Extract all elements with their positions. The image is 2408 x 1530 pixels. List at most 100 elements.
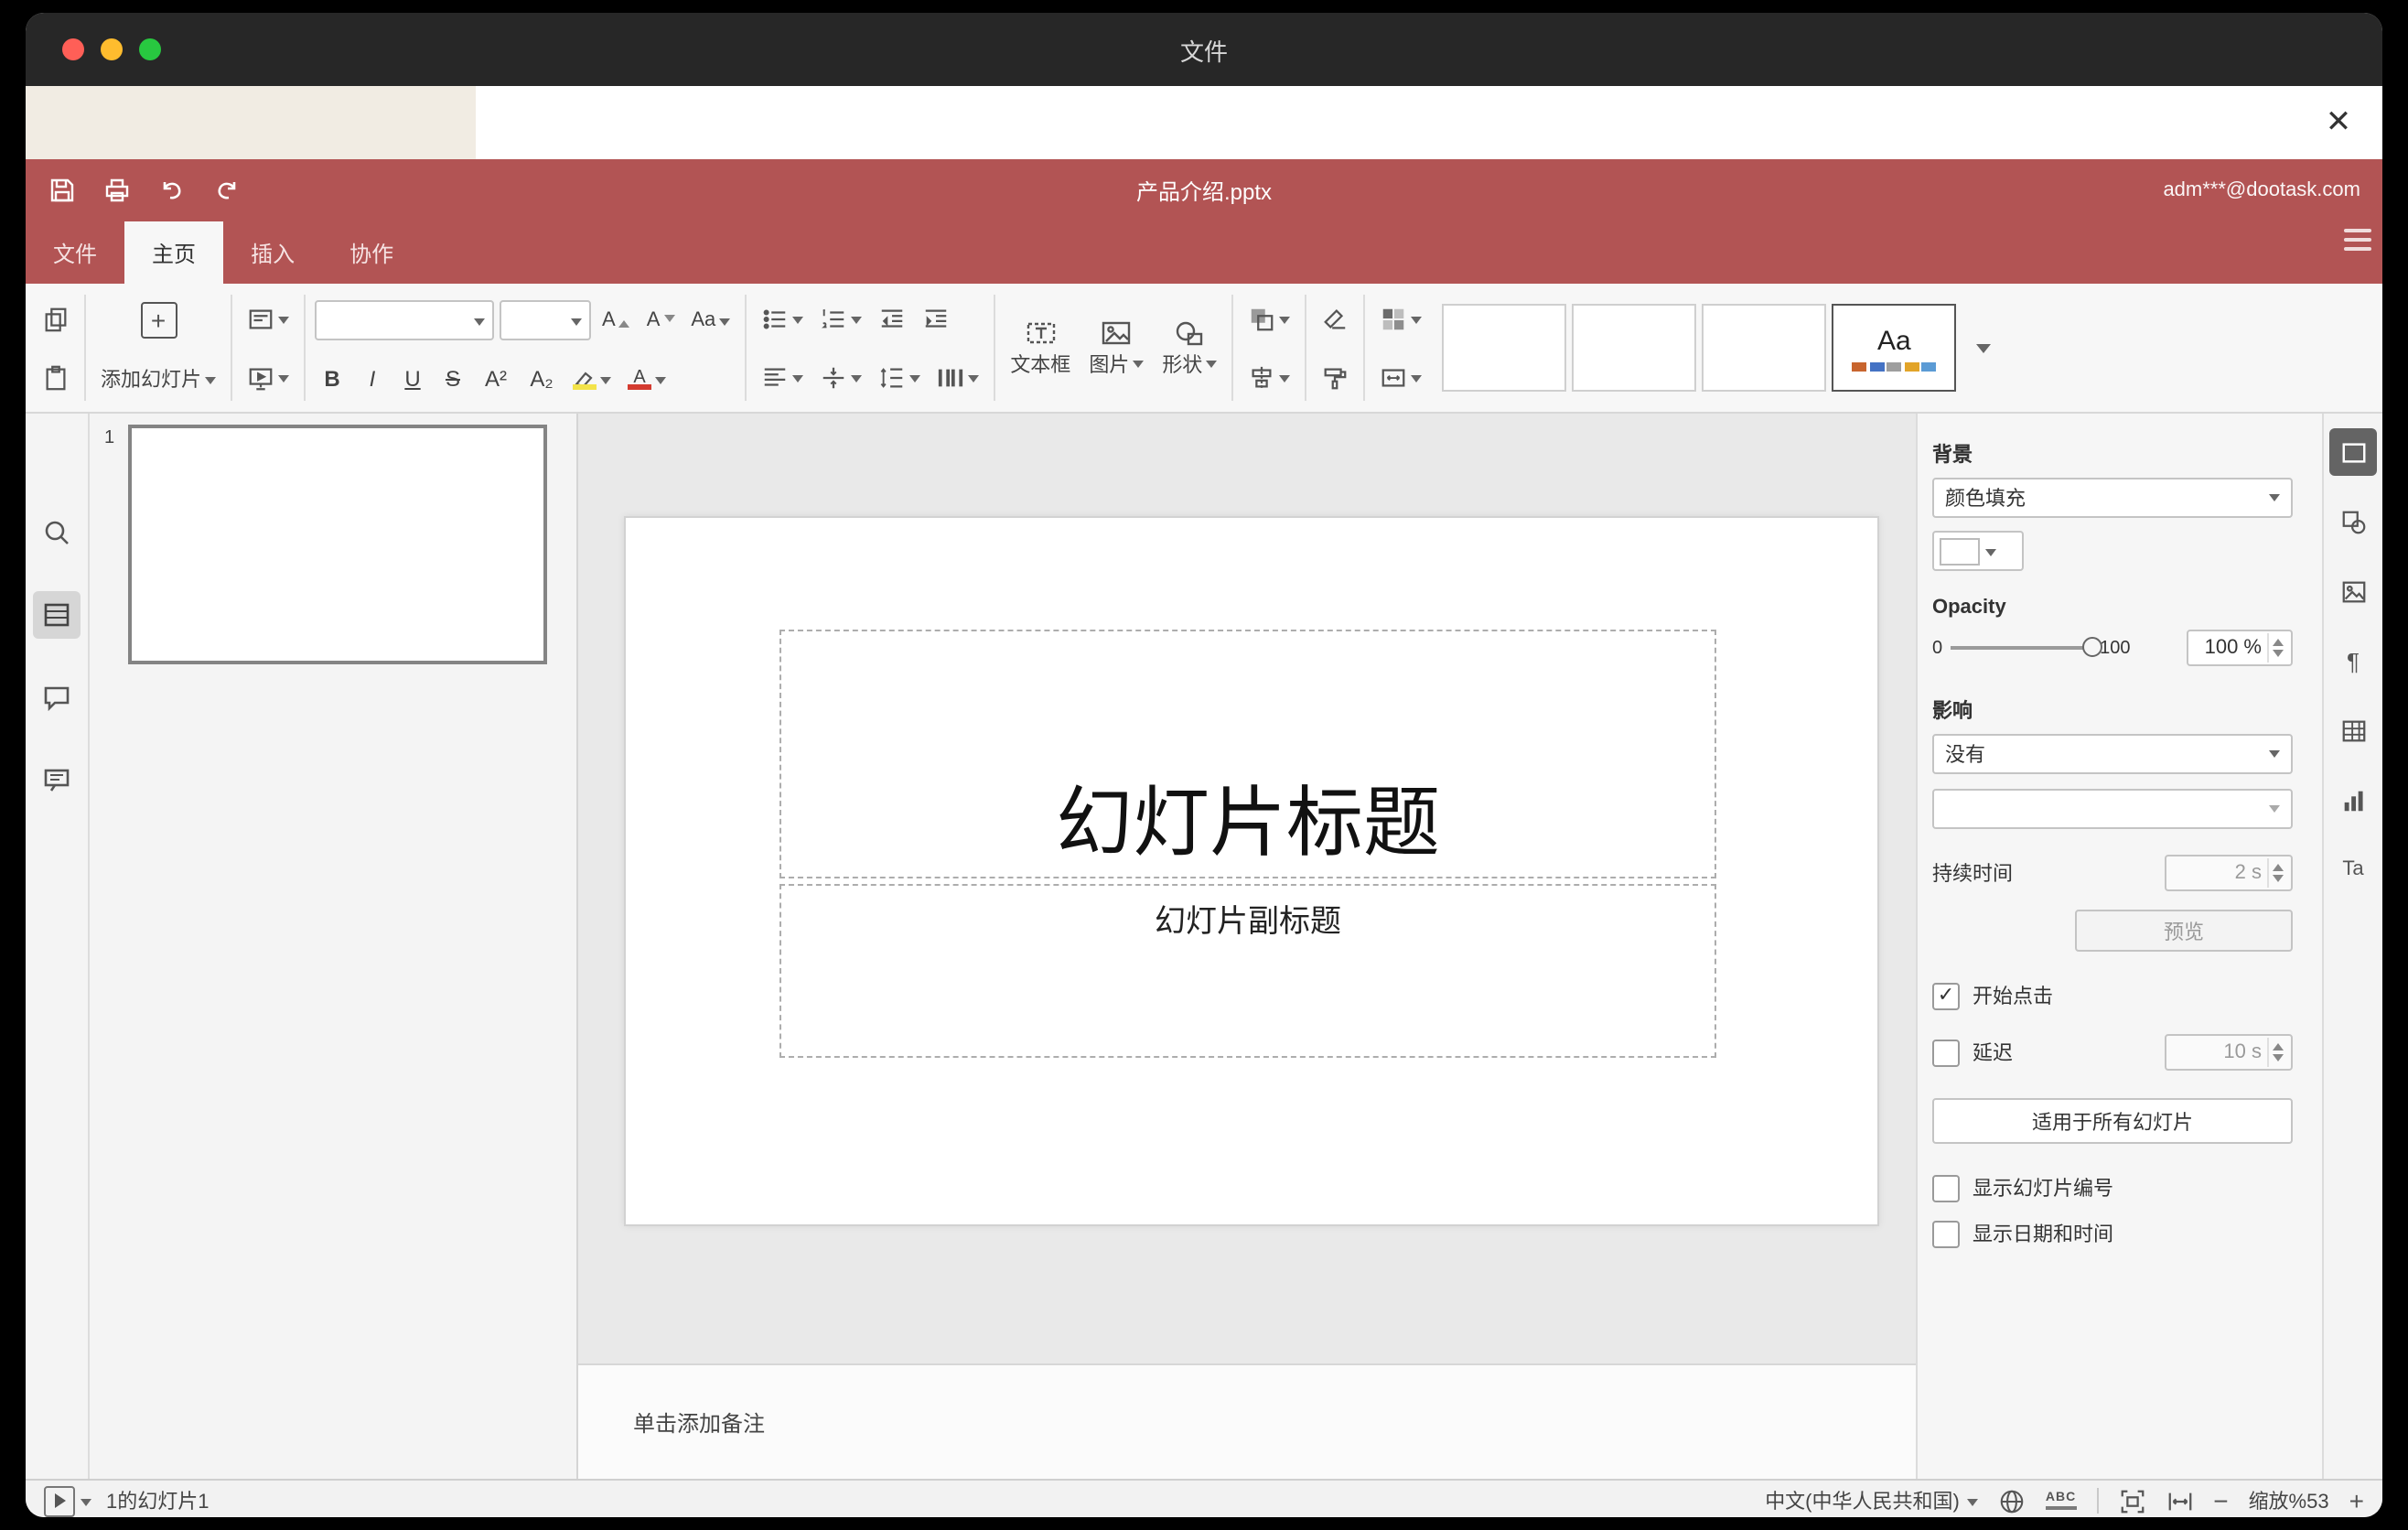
delay-checkbox[interactable] (1932, 1039, 1960, 1066)
slide-layout-dropdown[interactable] (242, 301, 295, 336)
comments-button[interactable] (33, 673, 81, 721)
tab-home[interactable]: 主页 (124, 221, 224, 284)
copy-style-button[interactable] (1316, 360, 1354, 394)
textart-settings-tab[interactable]: Ta (2329, 846, 2377, 893)
font-size-combo[interactable] (500, 300, 591, 340)
theme-gallery-expand-chevron[interactable] (1967, 331, 2000, 364)
font-name-combo[interactable] (315, 300, 494, 340)
start-slideshow-dropdown[interactable] (242, 360, 295, 394)
italic-button[interactable]: I (355, 362, 390, 395)
effect-select[interactable]: 没有 (1932, 734, 2293, 774)
notes-area[interactable]: 单击添加备注 (578, 1363, 1916, 1479)
align-shapes-dropdown[interactable] (1242, 360, 1295, 394)
effect-type-select[interactable] (1932, 789, 2293, 829)
search-button[interactable] (33, 509, 81, 556)
change-case-dropdown[interactable]: Aa (685, 306, 736, 335)
numbering-dropdown[interactable] (814, 301, 867, 336)
add-slide-dropdown[interactable]: 添加幻灯片 (95, 361, 221, 397)
paragraph-icon: ¶ (2347, 647, 2360, 674)
save-button[interactable] (44, 172, 81, 209)
language-selector[interactable]: 中文(中华人民共和国) (1765, 1486, 1978, 1515)
theme-option-1[interactable] (1442, 304, 1567, 392)
spinner-arrows-icon[interactable] (2267, 1038, 2287, 1067)
show-date-time-checkbox[interactable]: 显示日期和时间 (1932, 1219, 2293, 1248)
image-dropdown[interactable]: 图片 (1083, 314, 1149, 382)
show-slide-number-checkbox[interactable]: 显示幻灯片编号 (1932, 1173, 2293, 1202)
arrange-shapes-dropdown[interactable] (1242, 301, 1295, 336)
slide-size-icon (1381, 368, 1405, 386)
subscript-button[interactable]: A₂ (521, 362, 562, 395)
fit-to-width-button[interactable] (2166, 1487, 2193, 1514)
zoom-in-button[interactable]: + (2349, 1488, 2364, 1514)
paragraph-settings-tab[interactable]: ¶ (2329, 637, 2377, 684)
fill-type-select[interactable]: 颜色填充 (1932, 478, 2293, 518)
line-spacing-dropdown[interactable] (873, 360, 926, 394)
clear-style-button[interactable] (1316, 301, 1354, 336)
chat-button[interactable] (33, 756, 81, 803)
slide-surface[interactable]: 幻灯片标题 幻灯片副标题 (624, 516, 1879, 1226)
opacity-label: Opacity (1932, 597, 2006, 619)
decrease-font-button[interactable]: A (641, 306, 681, 335)
slide-size-dropdown[interactable] (1374, 360, 1427, 394)
textbox-button[interactable]: 文本框 (1005, 314, 1076, 382)
theme-option-3[interactable] (1702, 304, 1827, 392)
start-on-click-checkbox[interactable]: 开始点击 (1932, 981, 2293, 1010)
slides-panel-button[interactable] (33, 591, 81, 639)
image-settings-tab[interactable] (2329, 567, 2377, 615)
paste-button[interactable] (37, 360, 75, 394)
zoom-out-button[interactable]: − (2213, 1488, 2228, 1514)
increase-indent-button[interactable] (917, 301, 955, 336)
slide-settings-tab[interactable] (2329, 428, 2377, 476)
shape-dropdown[interactable]: 形状 (1156, 314, 1222, 382)
vertical-align-dropdown[interactable] (814, 360, 867, 394)
font-color-dropdown[interactable]: A (622, 365, 672, 393)
subtitle-placeholder[interactable]: 幻灯片副标题 (779, 884, 1716, 1058)
opacity-slider-handle[interactable] (2081, 637, 2102, 657)
set-language-button[interactable] (1998, 1487, 2026, 1514)
chart-settings-tab[interactable] (2329, 776, 2377, 824)
spinner-arrows-icon[interactable] (2267, 633, 2287, 663)
tab-insert[interactable]: 插入 (223, 221, 322, 284)
delay-label: 延迟 (1973, 1043, 2013, 1065)
search-icon (45, 521, 69, 544)
collapse-toolbar-icon[interactable] (2344, 229, 2371, 251)
add-slide-button[interactable]: + (134, 298, 182, 342)
strikethrough-button[interactable]: S (435, 362, 470, 395)
horizontal-align-dropdown[interactable] (756, 360, 809, 394)
delay-spinner[interactable]: 10 s (2165, 1034, 2293, 1071)
duration-spinner[interactable]: 2 s (2165, 855, 2293, 891)
bold-button[interactable]: B (315, 362, 349, 395)
copy-button[interactable] (37, 301, 75, 336)
slide-thumbnail-1[interactable] (128, 425, 547, 664)
preview-button[interactable]: 预览 (2075, 910, 2293, 952)
spellcheck-button[interactable]: ABC (2045, 1492, 2077, 1510)
bullets-dropdown[interactable] (756, 301, 809, 336)
theme-option-selected[interactable]: Aa (1832, 304, 1957, 392)
color-scheme-dropdown[interactable] (1374, 301, 1427, 336)
shape-settings-tab[interactable] (2329, 498, 2377, 545)
opacity-spinner[interactable]: 100 % (2187, 630, 2293, 666)
title-placeholder[interactable]: 幻灯片标题 (779, 630, 1716, 878)
close-icon[interactable]: ✕ (2317, 101, 2360, 145)
redo-button[interactable] (209, 172, 245, 209)
spinner-arrows-icon[interactable] (2267, 858, 2287, 888)
table-settings-tab[interactable] (2329, 706, 2377, 754)
apply-to-all-slides-button[interactable]: 适用于所有幻灯片 (1932, 1098, 2293, 1144)
theme-option-2[interactable] (1572, 304, 1697, 392)
print-button[interactable] (99, 172, 135, 209)
underline-button[interactable]: U (395, 362, 430, 395)
superscript-label: A² (485, 366, 507, 392)
chevron-down-icon (968, 374, 980, 387)
decrease-indent-button[interactable] (873, 301, 911, 336)
highlight-color-dropdown[interactable] (567, 365, 617, 393)
opacity-slider[interactable] (1950, 637, 2102, 657)
columns-dropdown[interactable] (931, 360, 984, 394)
increase-font-button[interactable]: A (597, 306, 636, 335)
fit-to-slide-button[interactable] (2118, 1487, 2145, 1514)
undo-button[interactable] (154, 172, 190, 209)
superscript-button[interactable]: A² (476, 362, 516, 395)
tab-collaboration[interactable]: 协作 (322, 221, 421, 284)
start-slideshow-status-button[interactable] (44, 1485, 91, 1516)
fill-color-select[interactable] (1932, 531, 2024, 571)
tab-file[interactable]: 文件 (26, 221, 124, 284)
